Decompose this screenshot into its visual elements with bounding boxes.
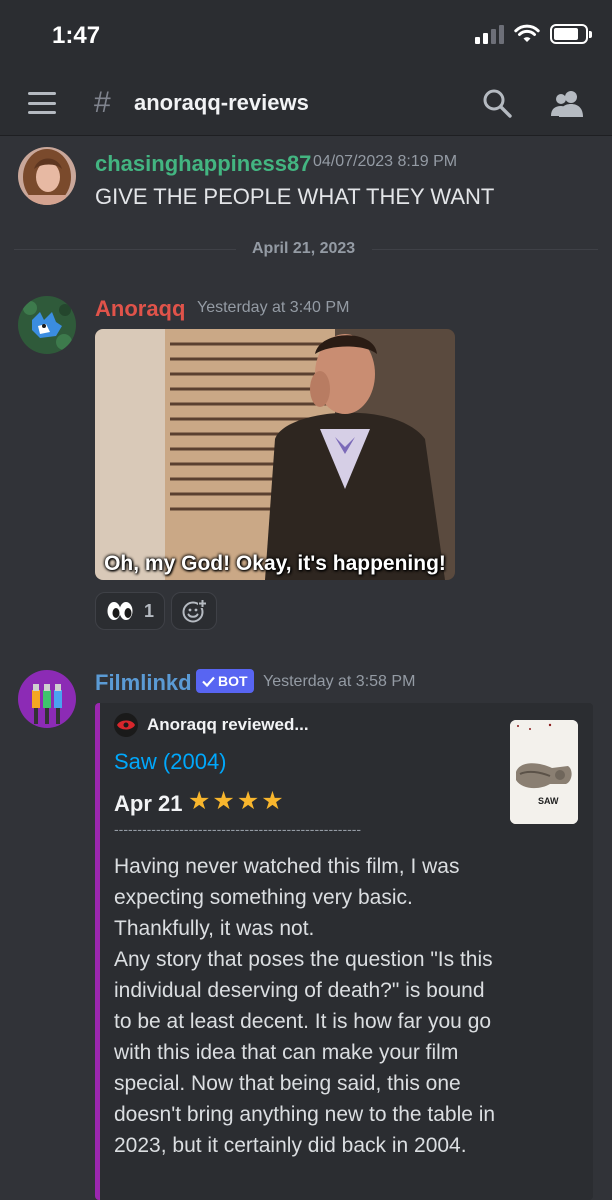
gif-attachment[interactable]: Oh, my God! Okay, it's happening! <box>95 329 455 580</box>
embed-author-name: Anoraqq reviewed... <box>147 715 309 734</box>
bot-badge-label: BOT <box>218 673 248 689</box>
menu-icon[interactable] <box>28 92 56 114</box>
date-divider-label: April 21, 2023 <box>252 240 356 257</box>
gif-caption: Oh, my God! Okay, it's happening! <box>104 552 446 575</box>
message-author[interactable]: Filmlinkd <box>95 670 192 696</box>
reaction-eyes[interactable]: 1 <box>95 592 165 630</box>
wifi-icon <box>514 24 540 42</box>
battery-icon <box>550 24 592 44</box>
status-time: 1:47 <box>52 22 101 49</box>
avatar[interactable] <box>18 147 76 205</box>
channel-hash-icon: # <box>94 86 111 119</box>
embed-title-link[interactable]: Saw (2004) <box>114 749 227 775</box>
add-reaction-button[interactable] <box>171 592 217 630</box>
review-date: Apr 21 <box>114 791 183 816</box>
checkmark-icon <box>202 676 215 687</box>
avatar[interactable] <box>18 670 76 728</box>
bot-badge: BOT <box>196 669 254 693</box>
embed-author-icon <box>114 713 138 737</box>
star-icon: ★ <box>236 787 260 815</box>
embed-author[interactable]: Anoraqq reviewed... <box>114 713 309 737</box>
reaction-count: 1 <box>143 600 154 621</box>
movie-poster-thumbnail[interactable]: SAW <box>510 720 578 824</box>
message-author[interactable]: chasinghappiness87 <box>95 151 311 177</box>
message-timestamp: Yesterday at 3:58 PM <box>263 673 416 690</box>
member-list-icon[interactable] <box>550 88 584 118</box>
message-author[interactable]: Anoraqq <box>95 296 185 322</box>
search-icon[interactable] <box>482 88 512 118</box>
status-icons <box>475 24 592 44</box>
review-text: Having never watched this film, I was ex… <box>114 855 496 1157</box>
add-reaction-icon <box>182 599 207 623</box>
star-icon: ★ <box>188 787 211 815</box>
poster-title: SAW <box>538 796 559 806</box>
star-icon: ★ <box>212 787 235 815</box>
review-embed: Anoraqq reviewed... Saw (2004) Apr 21 ★ … <box>95 703 593 1200</box>
message-timestamp: 04/07/2023 8:19 PM <box>313 153 458 170</box>
avatar[interactable] <box>18 296 76 354</box>
star-icon: ★ <box>261 787 284 815</box>
channel-name: anoraqq-reviews <box>134 90 309 115</box>
message-text: GIVE THE PEOPLE WHAT THEY WANT <box>95 184 495 209</box>
embed-divider: ----------------------------------------… <box>114 821 362 837</box>
message-timestamp: Yesterday at 3:40 PM <box>197 299 350 316</box>
cellular-signal-icon <box>475 24 504 44</box>
star-rating: ★ ★ ★ ★ <box>188 789 284 814</box>
top-bar: 1:47 # anoraqq-reviews <box>0 0 612 136</box>
eyes-emoji-icon <box>107 602 133 620</box>
